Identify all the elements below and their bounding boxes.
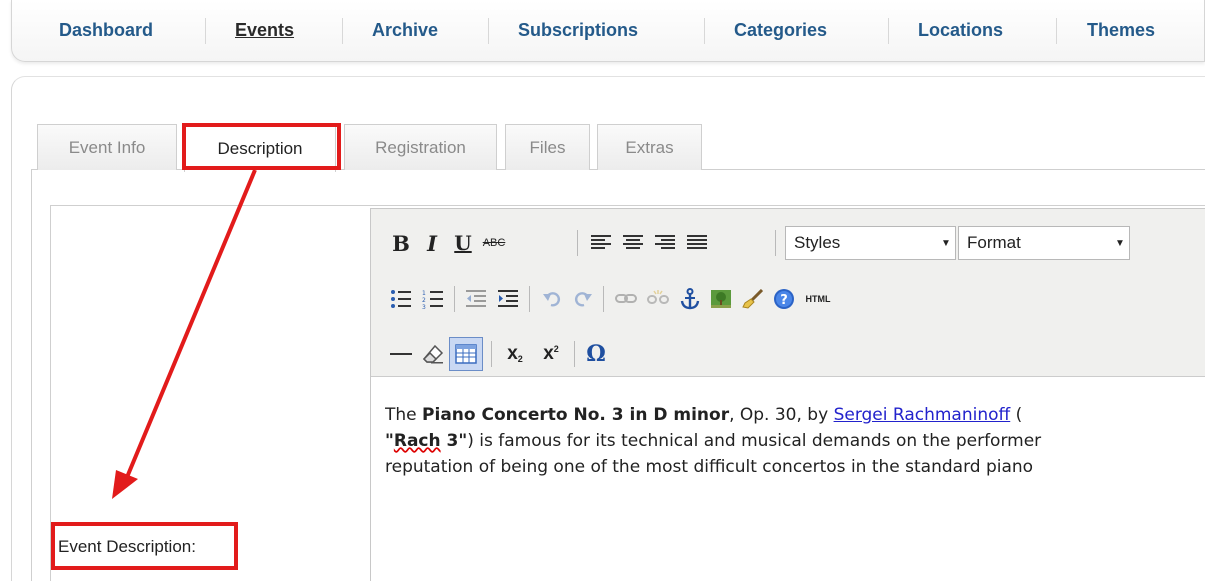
toolbar-separator [454,286,455,312]
nav-divider [342,18,343,44]
nav-themes[interactable]: Themes [1087,20,1155,44]
nav-categories[interactable]: Categories [734,20,827,44]
text-run: ) is famous for its technical and musica… [467,431,1042,451]
tab-extras[interactable]: Extras [597,124,702,170]
toolbar-separator [491,341,492,367]
misspelled-word: Rach [393,431,441,451]
paragraph-line: The Piano Concerto No. 3 in D minor, Op.… [385,402,1205,428]
bold-text: " [385,431,394,451]
svg-text:3: 3 [422,304,426,309]
align-center-icon[interactable] [618,228,648,258]
tab-event-info[interactable]: Event Info [37,124,177,170]
nav-archive[interactable]: Archive [372,20,438,44]
nav-divider [704,18,705,44]
link-icon[interactable] [611,284,641,314]
outdent-icon[interactable] [461,284,491,314]
help-icon[interactable]: ? [769,284,799,314]
redo-icon[interactable] [568,284,598,314]
nav-divider [1056,18,1057,44]
unlink-icon[interactable] [643,284,673,314]
svg-text:?: ? [780,293,788,308]
svg-text:2: 2 [422,297,426,304]
html-source-button[interactable]: HTML [801,284,835,314]
toolbar-separator [574,341,575,367]
text-run: ( [1010,405,1023,425]
paragraph-line: "Rach 3") is famous for its technical an… [385,428,1205,454]
insert-image-icon[interactable] [706,284,736,314]
nav-locations[interactable]: Locations [918,20,1003,44]
nav-divider [205,18,206,44]
italic-button[interactable]: I [417,228,447,258]
align-justify-icon[interactable] [682,228,712,258]
nav-divider [488,18,489,44]
horizontal-rule-icon[interactable] [386,339,416,369]
format-select-value: Format [967,233,1021,252]
chevron-down-icon: ▼ [1115,237,1125,249]
subscript-icon[interactable]: x2 [500,339,530,369]
paragraph-line: reputation of being one of the most diff… [385,454,1205,480]
text-run: , Op. 30, by [729,405,834,425]
tab-files[interactable]: Files [505,124,590,170]
tab-description[interactable]: Description [184,124,336,172]
svg-text:1: 1 [422,290,426,297]
nav-events[interactable]: Events [235,20,294,44]
rachmaninoff-link[interactable]: Sergei Rachmaninoff [834,405,1011,425]
special-character-button[interactable]: Ω [581,339,611,369]
strikethrough-button[interactable]: ABC [479,228,509,258]
text-run: The [385,405,423,425]
bullet-list-icon[interactable] [386,284,416,314]
styles-select[interactable]: Styles ▼ [785,226,956,260]
format-select[interactable]: Format ▼ [958,226,1130,260]
cleanup-brush-icon[interactable] [738,284,768,314]
toolbar-separator [529,286,530,312]
toolbar-separator [603,286,604,312]
nav-divider [888,18,889,44]
toolbar-separator [775,230,776,256]
undo-icon[interactable] [537,284,567,314]
bold-text: Piano Concerto No. 3 in D minor [422,405,730,425]
styles-select-value: Styles [794,233,841,252]
visual-aid-icon[interactable] [449,337,483,371]
align-right-icon[interactable] [650,228,680,258]
text-run: reputation of being one of the most diff… [385,457,1034,477]
nav-subscriptions[interactable]: Subscriptions [518,20,638,44]
event-description-label: Event Description: [58,537,196,556]
numbered-list-icon[interactable]: 123 [418,284,448,314]
nav-dashboard[interactable]: Dashboard [59,20,153,44]
anchor-icon[interactable] [675,284,705,314]
eraser-icon[interactable] [418,339,448,369]
bold-button[interactable]: B [386,228,416,258]
editor-content[interactable]: The Piano Concerto No. 3 in D minor, Op.… [385,402,1205,581]
chevron-down-icon: ▼ [941,237,951,249]
indent-icon[interactable] [493,284,523,314]
bold-text: 3" [440,431,468,451]
tab-registration[interactable]: Registration [344,124,497,170]
underline-button[interactable]: U [448,228,478,258]
align-left-icon[interactable] [586,228,616,258]
toolbar-separator [577,230,578,256]
superscript-icon[interactable]: x2 [536,339,566,369]
